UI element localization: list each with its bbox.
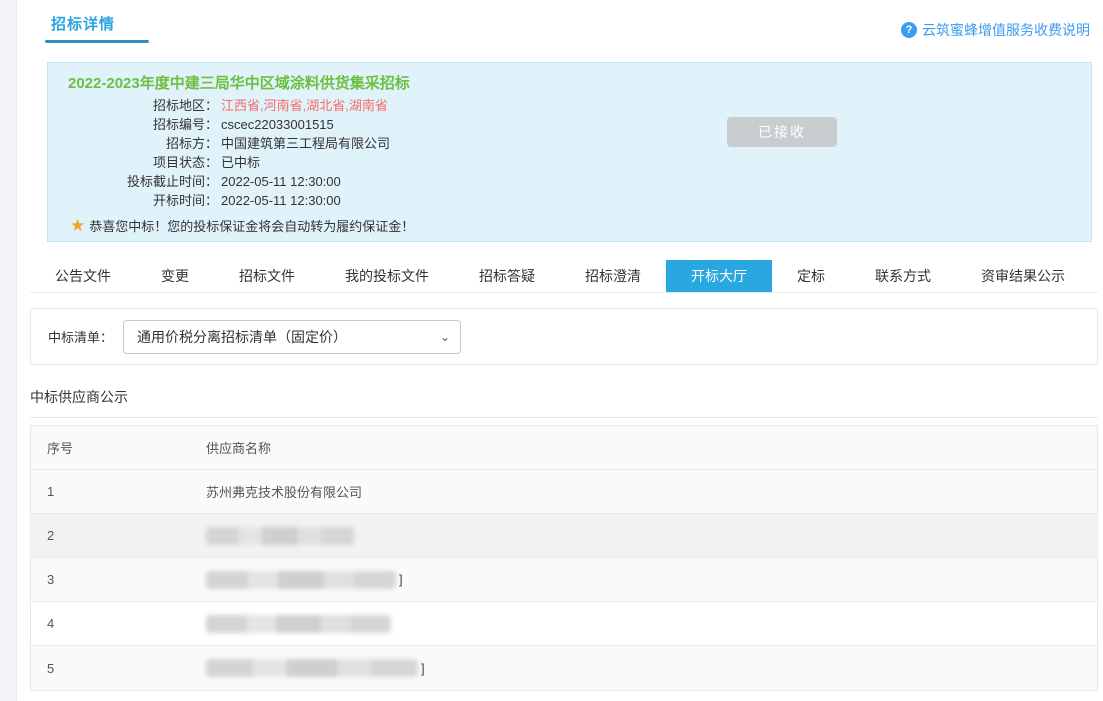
field-value: 2022-05-11 12:30:00: [221, 172, 341, 191]
section-divider: [30, 417, 1098, 418]
table-header-row: 序号 供应商名称: [31, 426, 1097, 470]
star-icon: ★: [70, 217, 85, 234]
tab-招标答疑[interactable]: 招标答疑: [454, 260, 560, 292]
redacted-supplier-name: [206, 659, 418, 677]
redacted-supplier-name: [206, 527, 354, 545]
field-value: 中国建筑第三工程局有限公司: [221, 134, 390, 153]
table-row: 3]: [31, 558, 1097, 602]
redacted-supplier-name: [206, 571, 396, 589]
cell-supplier-name: ]: [206, 571, 1097, 589]
win-notice: ★ 恭喜您中标！您的投标保证金将会自动转为履约保证金！: [70, 216, 1071, 235]
winning-list-filter: 中标清单： 通用价税分离招标清单（固定价） ⌄: [30, 308, 1098, 365]
field-value: cscec22033001515: [221, 115, 334, 134]
value-added-service-fee-link[interactable]: ? 云筑蜜蜂增值服务收费说明: [901, 20, 1090, 40]
table-row: 4: [31, 602, 1097, 646]
tab-招标澄清[interactable]: 招标澄清: [560, 260, 666, 292]
redacted-supplier-name: [206, 615, 391, 633]
accepted-button[interactable]: 已接收: [727, 117, 837, 147]
tender-detail-page: 招标详情 ? 云筑蜜蜂增值服务收费说明 2022-2023年度中建三局华中区域涂…: [18, 0, 1103, 701]
table-row: 1苏州弗克技术股份有限公司: [31, 470, 1097, 514]
field-value: 2022-05-11 12:30:00: [221, 191, 341, 210]
tab-变更[interactable]: 变更: [136, 260, 214, 292]
tab-定标[interactable]: 定标: [772, 260, 850, 292]
field-value: 江西省,河南省,湖北省,湖南省: [221, 96, 388, 115]
tab-招标文件[interactable]: 招标文件: [214, 260, 320, 292]
tab-我的投标文件[interactable]: 我的投标文件: [320, 260, 454, 292]
tender-info-panel: 2022-2023年度中建三局华中区域涂料供货集采招标 招标地区：江西省,河南省…: [47, 62, 1092, 242]
win-notice-text: 恭喜您中标！您的投标保证金将会自动转为履约保证金！: [89, 216, 414, 235]
cell-no: 5: [31, 661, 206, 676]
redaction-trail-char: ]: [421, 661, 425, 676]
table-row: 2: [31, 514, 1097, 558]
cell-supplier-name: ]: [206, 659, 1097, 677]
winning-list-selected-value: 通用价税分离招标清单（固定价）: [137, 327, 347, 347]
field-label: 招标方：: [68, 134, 218, 153]
tender-title: 2022-2023年度中建三局华中区域涂料供货集采招标: [68, 72, 1071, 96]
header-no: 序号: [31, 438, 206, 457]
tab-联系方式[interactable]: 联系方式: [850, 260, 956, 292]
redaction-trail-char: ]: [399, 572, 403, 587]
field-label: 投标截止时间：: [68, 172, 218, 191]
tender-field-row: 开标时间：2022-05-11 12:30:00: [68, 191, 1071, 210]
help-link-label: 云筑蜜蜂增值服务收费说明: [922, 20, 1090, 40]
cell-supplier-name: [206, 527, 1097, 545]
top-bar: 招标详情 ? 云筑蜜蜂增值服务收费说明: [30, 0, 1098, 56]
page-left-gutter: [0, 0, 17, 701]
table-body: 1苏州弗克技术股份有限公司 2 3] 4 5]: [31, 470, 1097, 690]
cell-supplier-name: [206, 615, 1097, 633]
cell-no: 2: [31, 528, 206, 543]
detail-tab-bar: 公告文件变更招标文件我的投标文件招标答疑招标澄清开标大厅定标联系方式资审结果公示: [30, 260, 1098, 293]
tab-资审结果公示[interactable]: 资审结果公示: [956, 260, 1090, 292]
field-value: 已中标: [221, 153, 260, 172]
field-label: 招标地区：: [68, 96, 218, 115]
field-label: 招标编号：: [68, 115, 218, 134]
cell-no: 4: [31, 616, 206, 631]
tender-field-row: 投标截止时间：2022-05-11 12:30:00: [68, 172, 1071, 191]
chevron-down-icon: ⌄: [440, 330, 450, 344]
header-supplier-name: 供应商名称: [206, 438, 1097, 457]
tender-field-row: 招标方：中国建筑第三工程局有限公司: [68, 134, 1071, 153]
cell-no: 1: [31, 484, 206, 499]
question-circle-icon: ?: [901, 22, 917, 38]
table-row: 5]: [31, 646, 1097, 690]
cell-supplier-name: 苏州弗克技术股份有限公司: [206, 482, 1097, 501]
winner-supplier-table: 序号 供应商名称 1苏州弗克技术股份有限公司 2 3] 4 5]: [30, 425, 1098, 691]
winning-list-select[interactable]: 通用价税分离招标清单（固定价） ⌄: [123, 320, 461, 354]
tender-field-row: 招标编号：cscec22033001515: [68, 115, 1071, 134]
winner-section-title: 中标供应商公示: [30, 387, 1098, 407]
tab-active-underline: [45, 40, 149, 43]
tender-fields: 招标地区：江西省,河南省,湖北省,湖南省招标编号：cscec2203300151…: [68, 96, 1071, 210]
field-label: 项目状态：: [68, 153, 218, 172]
field-label: 开标时间：: [68, 191, 218, 210]
winning-list-label: 中标清单：: [48, 327, 113, 346]
tab-tender-detail[interactable]: 招标详情: [51, 13, 115, 34]
cell-no: 3: [31, 572, 206, 587]
tab-开标大厅[interactable]: 开标大厅: [666, 260, 772, 292]
tender-field-row: 项目状态：已中标: [68, 153, 1071, 172]
tab-公告文件[interactable]: 公告文件: [30, 260, 136, 292]
tender-field-row: 招标地区：江西省,河南省,湖北省,湖南省: [68, 96, 1071, 115]
